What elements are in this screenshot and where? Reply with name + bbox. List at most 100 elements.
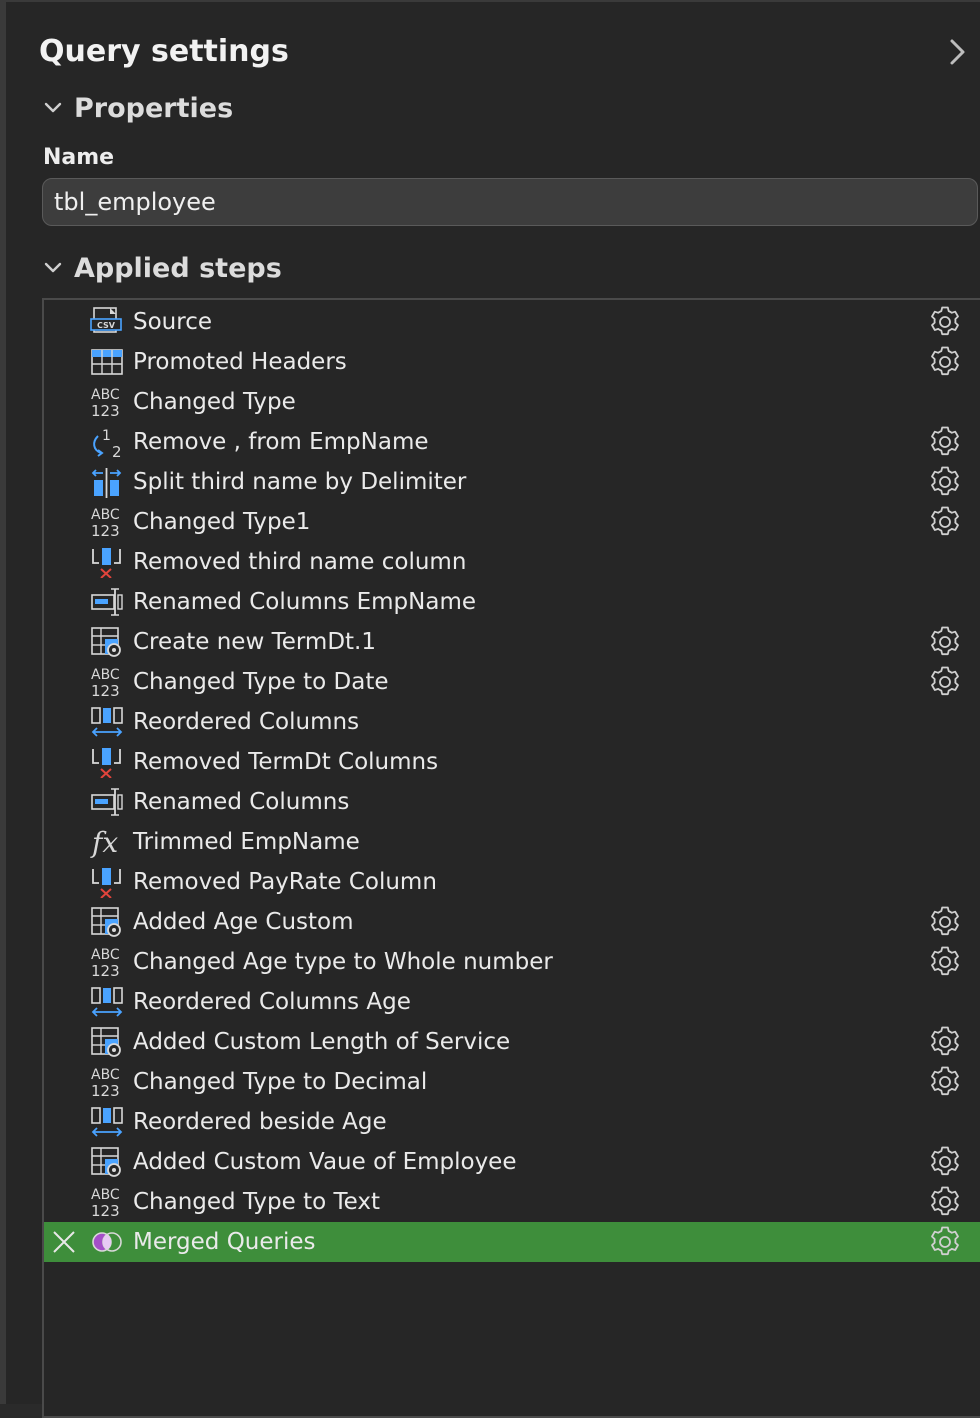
applied-step-reordered-beside-age[interactable]: Reordered beside Age [44, 1102, 980, 1142]
applied-step-label: Removed TermDt Columns [133, 749, 439, 775]
applied-step-label: Changed Type to Text [133, 1189, 381, 1215]
applied-step-reordered-columns-age[interactable]: Reordered Columns Age [44, 982, 980, 1022]
rename-column-icon [90, 786, 124, 818]
step-settings-gear-icon[interactable] [928, 1025, 962, 1059]
svg-text:123: 123 [91, 682, 120, 698]
step-settings-gear-icon[interactable] [928, 1065, 962, 1099]
abc123-icon: ABC 123 [90, 666, 124, 698]
applied-step-label: Split third name by Delimiter [133, 469, 467, 495]
custom-column-icon [90, 1026, 124, 1058]
applied-step-promoted-headers[interactable]: Promoted Headers [44, 342, 980, 382]
custom-column-icon [90, 626, 124, 658]
name-label: Name [43, 145, 115, 170]
abc123-icon: ABC 123 [90, 506, 124, 538]
applied-step-label: Create new TermDt.1 [133, 629, 377, 655]
step-settings-gear-icon[interactable] [928, 505, 962, 539]
svg-text:ABC: ABC [91, 387, 120, 403]
step-settings-gear-icon[interactable] [928, 625, 962, 659]
csv-icon: CSV [90, 306, 124, 338]
applied-step-removed-third-name-column[interactable]: Removed third name column [44, 542, 980, 582]
applied-step-changed-type1[interactable]: ABC 123 Changed Type1 [44, 502, 980, 542]
applied-step-remove-from-empname[interactable]: 1 2 Remove , from EmpName [44, 422, 980, 462]
applied-step-label: Renamed Columns EmpName [133, 589, 477, 615]
applied-step-changed-type-to-decimal[interactable]: ABC 123 Changed Type to Decimal [44, 1062, 980, 1102]
applied-step-added-age-custom[interactable]: Added Age Custom [44, 902, 980, 942]
delete-step-icon[interactable] [52, 1230, 76, 1254]
fx-icon: fx [90, 826, 124, 858]
reorder-columns-icon [90, 706, 124, 738]
applied-step-merged-queries[interactable]: Merged Queries [44, 1222, 980, 1262]
applied-step-removed-termdt-columns[interactable]: Removed TermDt Columns [44, 742, 980, 782]
svg-text:1: 1 [102, 428, 111, 444]
applied-step-renamed-columns-empname[interactable]: Renamed Columns EmpName [44, 582, 980, 622]
applied-step-label: Renamed Columns [133, 789, 350, 815]
applied-step-label: Source [133, 309, 212, 335]
chevron-right-icon [950, 39, 965, 65]
step-settings-gear-icon[interactable] [928, 905, 962, 939]
applied-step-label: Changed Type to Date [133, 669, 389, 695]
step-settings-gear-icon[interactable] [928, 665, 962, 699]
properties-header: Properties [74, 92, 234, 124]
merge-queries-icon [90, 1226, 124, 1258]
applied-step-label: Promoted Headers [133, 349, 347, 375]
custom-column-icon [90, 1146, 124, 1178]
svg-text:ABC: ABC [91, 1067, 120, 1083]
applied-step-label: Changed Type to Decimal [133, 1069, 428, 1095]
table-icon [90, 346, 124, 378]
applied-steps-section-toggle[interactable]: Applied steps [42, 248, 282, 288]
applied-step-changed-type-to-text[interactable]: ABC 123 Changed Type to Text [44, 1182, 980, 1222]
applied-step-source[interactable]: CSV Source [44, 302, 980, 342]
svg-text:ABC: ABC [91, 667, 120, 683]
step-settings-gear-icon[interactable] [928, 425, 962, 459]
abc123-icon: ABC 123 [90, 1186, 124, 1218]
applied-step-label: Reordered beside Age [133, 1109, 387, 1135]
step-settings-gear-icon[interactable] [928, 1225, 962, 1259]
svg-text:ABC: ABC [91, 947, 120, 963]
abc123-icon: ABC 123 [90, 946, 124, 978]
title-row: Query settings [39, 30, 979, 74]
reorder-columns-icon [90, 1106, 124, 1138]
applied-step-split-third-name-by-delimiter[interactable]: Split third name by Delimiter [44, 462, 980, 502]
chevron-down-icon [44, 262, 62, 273]
name-input[interactable] [42, 178, 978, 226]
applied-step-changed-type[interactable]: ABC 123 Changed Type [44, 382, 980, 422]
applied-step-reordered-columns[interactable]: Reordered Columns [44, 702, 980, 742]
applied-step-label: Trimmed EmpName [133, 829, 360, 855]
custom-column-icon [90, 906, 124, 938]
applied-step-label: Changed Type1 [133, 509, 311, 535]
query-settings-panel: Query settings Properties Name Applied s… [0, 0, 980, 1418]
applied-step-label: Added Custom Length of Service [133, 1029, 511, 1055]
step-settings-gear-icon[interactable] [928, 465, 962, 499]
applied-step-label: Added Custom Vaue of Employee [133, 1149, 517, 1175]
remove-columns-icon [90, 746, 124, 778]
remove-columns-icon [90, 866, 124, 898]
properties-section-toggle[interactable]: Properties [42, 88, 233, 128]
applied-step-create-new-termdt-1[interactable]: Create new TermDt.1 [44, 622, 980, 662]
collapse-panel-button[interactable] [943, 36, 971, 68]
svg-text:123: 123 [91, 402, 120, 418]
panel-title: Query settings [39, 34, 289, 69]
abc123-icon: ABC 123 [90, 1066, 124, 1098]
applied-step-changed-age-type-to-whole-number[interactable]: ABC 123 Changed Age type to Whole number [44, 942, 980, 982]
applied-step-label: Reordered Columns Age [133, 989, 411, 1015]
applied-step-changed-type-to-date[interactable]: ABC 123 Changed Type to Date [44, 662, 980, 702]
remove-columns-icon [90, 546, 124, 578]
step-settings-gear-icon[interactable] [928, 345, 962, 379]
svg-text:CSV: CSV [97, 321, 116, 330]
svg-text:ABC: ABC [91, 1187, 120, 1203]
step-settings-gear-icon[interactable] [928, 1185, 962, 1219]
applied-step-removed-payrate-column[interactable]: Removed PayRate Column [44, 862, 980, 902]
step-settings-gear-icon[interactable] [928, 1145, 962, 1179]
applied-step-renamed-columns[interactable]: Renamed Columns [44, 782, 980, 822]
applied-step-label: Removed third name column [133, 549, 467, 575]
applied-step-added-custom-vaue-of-employee[interactable]: Added Custom Vaue of Employee [44, 1142, 980, 1182]
applied-steps-list: CSV Source Promoted Headers ABC 123 Changed T… [42, 298, 980, 1418]
applied-step-trimmed-empname[interactable]: fx Trimmed EmpName [44, 822, 980, 862]
applied-step-label: Removed PayRate Column [133, 869, 437, 895]
svg-text:fx: fx [90, 826, 118, 858]
applied-step-added-custom-length-of-service[interactable]: Added Custom Length of Service [44, 1022, 980, 1062]
step-settings-gear-icon[interactable] [928, 945, 962, 979]
svg-text:ABC: ABC [91, 507, 120, 523]
step-settings-gear-icon[interactable] [928, 305, 962, 339]
svg-text:123: 123 [91, 962, 120, 978]
